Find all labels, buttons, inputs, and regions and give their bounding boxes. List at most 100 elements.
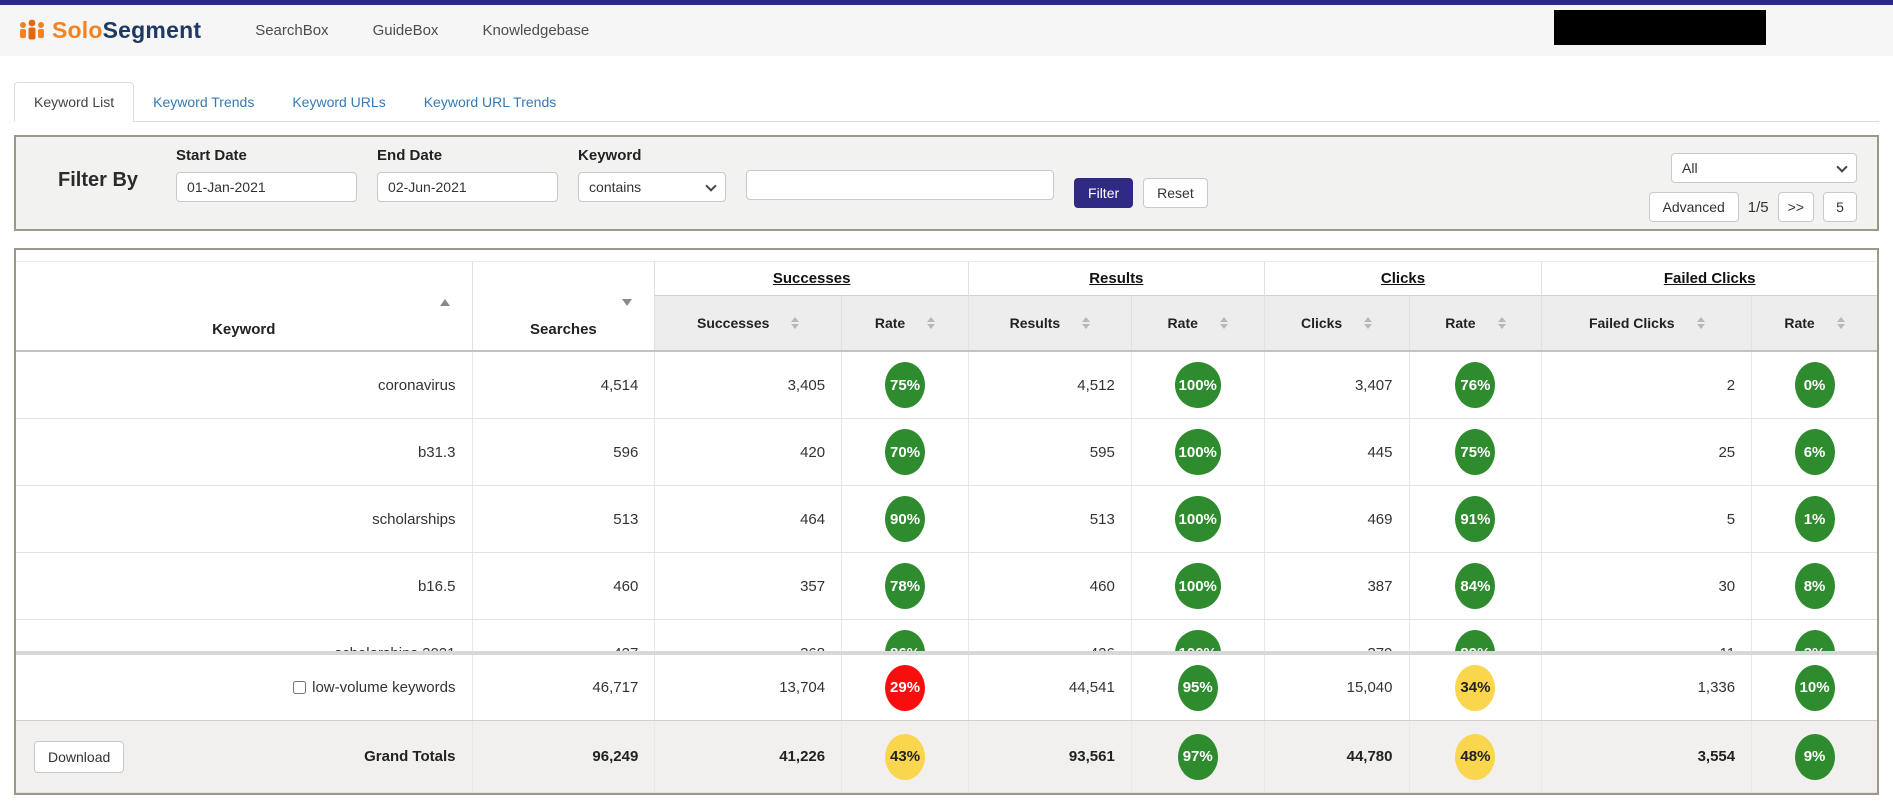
tab-keyword-list[interactable]: Keyword List — [14, 82, 135, 122]
filter-actions: Filter Reset — [1074, 178, 1208, 208]
nav-item-guidebox[interactable]: GuideBox — [351, 12, 461, 49]
clicks-rate-cell: 76% — [1408, 352, 1542, 418]
page-jump-button[interactable]: 5 — [1823, 192, 1857, 222]
results-cell: 93,561 — [967, 721, 1131, 792]
reset-button[interactable]: Reset — [1143, 178, 1208, 208]
column-header-failed-clicks[interactable]: Failed Clicks — [1541, 295, 1752, 350]
rate-badge: 100% — [1174, 496, 1221, 542]
group-header-clicks[interactable]: Clicks — [1263, 262, 1542, 295]
nav-item-searchbox[interactable]: SearchBox — [233, 12, 350, 49]
sort-both-icon[interactable] — [1364, 317, 1373, 329]
clicks-rate-cell: 91% — [1408, 486, 1542, 552]
failed-clicks-cell: 2 — [1541, 352, 1751, 418]
column-header-successes[interactable]: Successes — [654, 295, 842, 350]
rate-badge: 29% — [885, 664, 926, 711]
page-size-select[interactable]: All — [1671, 153, 1857, 183]
rate-badge: 9% — [1794, 733, 1835, 780]
tab-bar: Keyword List Keyword Trends Keyword URLs… — [14, 82, 1879, 122]
column-header-failed-rate[interactable]: Rate — [1751, 295, 1877, 350]
table-row: scholarships 513 464 90% 513 100% 469 91… — [16, 486, 1877, 553]
tab-keyword-trends[interactable]: Keyword Trends — [134, 83, 273, 121]
successes-cell: 3,405 — [654, 352, 841, 418]
end-date-input[interactable] — [377, 172, 559, 202]
results-cell: 4,512 — [967, 352, 1131, 418]
nav-item-knowledgebase[interactable]: Knowledgebase — [460, 12, 611, 49]
rate-badge: 3% — [1794, 630, 1835, 651]
end-date-group: End Date — [377, 147, 559, 202]
tab-keyword-urls[interactable]: Keyword URLs — [273, 83, 404, 121]
tab-keyword-url-trends[interactable]: Keyword URL Trends — [405, 83, 576, 121]
filter-button[interactable]: Filter — [1074, 178, 1134, 208]
redacted-area — [1554, 10, 1766, 45]
next-page-button[interactable]: >> — [1777, 192, 1814, 222]
filter-title: Filter By — [58, 169, 139, 191]
failed-rate-cell: 8% — [1751, 553, 1877, 619]
column-header-searches[interactable]: Searches — [471, 262, 655, 350]
column-header-clicks[interactable]: Clicks — [1263, 295, 1409, 350]
failed-clicks-cell: 3,554 — [1541, 721, 1751, 792]
rate-badge: 70% — [885, 429, 926, 475]
rate-badge: 76% — [1455, 362, 1496, 408]
group-header-failed-clicks[interactable]: Failed Clicks — [1541, 262, 1877, 295]
clicks-cell: 3,407 — [1263, 352, 1409, 418]
failed-clicks-cell: 11 — [1541, 620, 1751, 651]
success-rate-cell: 29% — [841, 655, 968, 720]
sort-desc-icon[interactable] — [622, 298, 633, 306]
sort-asc-icon[interactable] — [439, 298, 450, 306]
keyword-group: Keyword contains — [578, 147, 727, 202]
clicks-cell: 44,780 — [1263, 721, 1409, 792]
start-date-group: Start Date — [176, 147, 358, 202]
rate-badge: 91% — [1455, 496, 1496, 542]
searches-cell: 46,717 — [471, 655, 655, 720]
failed-rate-cell: 3% — [1751, 620, 1877, 651]
table-row: b31.3 596 420 70% 595 100% 445 75% 25 6% — [16, 419, 1877, 486]
column-header-keyword[interactable]: Keyword — [16, 262, 472, 350]
brand-logo[interactable]: SoloSegment — [18, 17, 201, 44]
column-header-results-rate[interactable]: Rate — [1130, 295, 1264, 350]
low-volume-label: low-volume keywords — [312, 679, 456, 696]
failed-rate-cell: 10% — [1751, 655, 1877, 720]
table-rows-viewport[interactable]: coronavirus 4,514 3,405 75% 4,512 100% 3… — [16, 352, 1877, 651]
keyword-operator-select[interactable]: contains — [578, 172, 727, 202]
pager: Advanced 1/5 >> 5 — [1648, 192, 1857, 222]
failed-rate-cell: 6% — [1751, 419, 1877, 485]
searches-cell: 4,514 — [471, 352, 655, 418]
sort-both-icon[interactable] — [1497, 317, 1506, 329]
rate-badge: 6% — [1794, 429, 1835, 475]
start-date-input[interactable] — [176, 172, 358, 202]
brand-name: SoloSegment — [52, 17, 202, 43]
group-header-results[interactable]: Results — [967, 262, 1264, 295]
results-cell: 513 — [967, 486, 1131, 552]
low-volume-checkbox[interactable] — [293, 681, 307, 694]
column-header-clicks-rate[interactable]: Rate — [1408, 295, 1542, 350]
table-header: Keyword Searches Successes Results Click… — [16, 262, 1877, 352]
advanced-button[interactable]: Advanced — [1648, 192, 1739, 222]
keyword-cell: b31.3 — [417, 443, 456, 461]
grand-totals-row: Grand Totals 96,249 41,226 43% 93,561 97… — [16, 721, 1877, 793]
sort-both-icon[interactable] — [791, 317, 800, 329]
rate-badge: 100% — [1174, 563, 1221, 609]
failed-clicks-cell: 25 — [1541, 419, 1751, 485]
results-rate-cell: 100% — [1130, 419, 1264, 485]
results-rate-cell: 100% — [1130, 620, 1264, 651]
clicks-rate-cell: 84% — [1408, 553, 1542, 619]
column-header-results[interactable]: Results — [967, 295, 1131, 350]
clicks-cell: 379 — [1263, 620, 1409, 651]
start-date-label: Start Date — [176, 147, 247, 164]
failed-rate-cell: 0% — [1751, 352, 1877, 418]
keyword-value-input[interactable] — [746, 170, 1055, 200]
column-header-success-rate[interactable]: Rate — [841, 295, 968, 350]
sort-both-icon[interactable] — [1082, 317, 1091, 329]
sort-both-icon[interactable] — [1696, 317, 1705, 329]
sort-both-icon[interactable] — [1836, 317, 1845, 329]
sort-both-icon[interactable] — [927, 317, 936, 329]
group-header-successes[interactable]: Successes — [654, 262, 968, 295]
sort-both-icon[interactable] — [1219, 317, 1228, 329]
results-rate-cell: 100% — [1130, 553, 1264, 619]
clicks-cell: 387 — [1263, 553, 1409, 619]
clicks-cell: 15,040 — [1263, 655, 1409, 720]
filter-right-controls: All Advanced 1/5 >> 5 — [1648, 153, 1857, 222]
keyword-cell: coronavirus — [377, 376, 456, 394]
download-button[interactable]: Download — [34, 740, 125, 773]
keyword-cell: b16.5 — [417, 577, 456, 595]
